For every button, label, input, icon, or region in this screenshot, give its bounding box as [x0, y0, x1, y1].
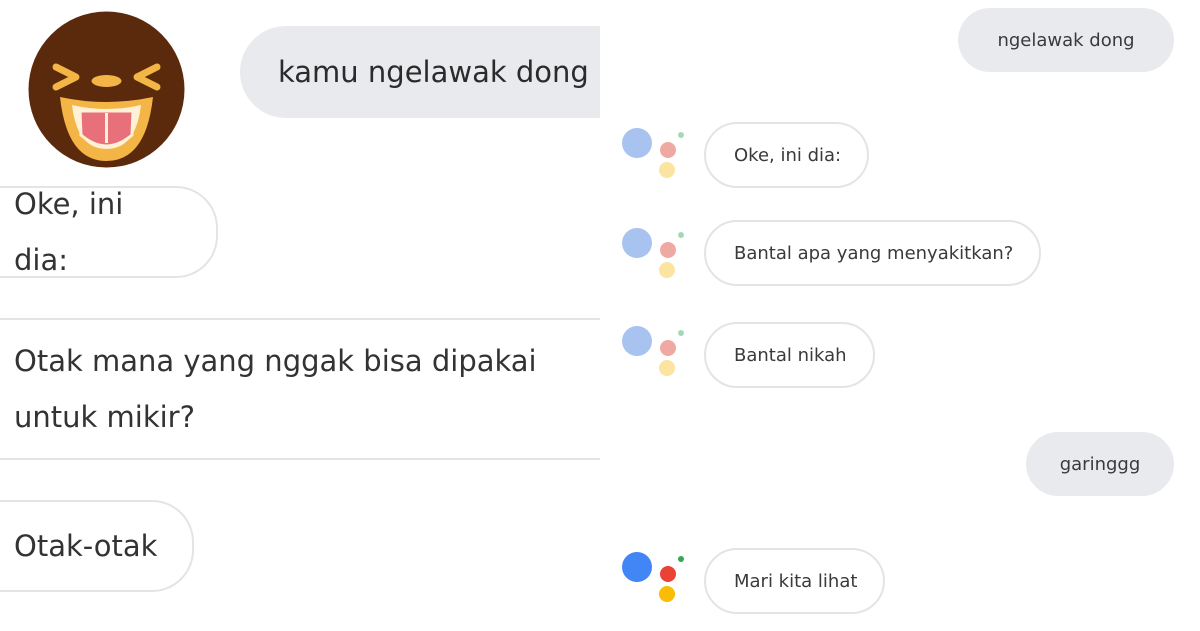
laughing-face-avatar-icon	[28, 11, 185, 168]
user-message-text: kamu ngelawak dong	[278, 55, 589, 89]
assistant-message-text: Mari kita lihat	[734, 570, 858, 592]
left-chat-panel: kamu ngelawak dong Oke, ini dia: Otak ma…	[0, 0, 600, 631]
assistant-message-text: Oke, ini dia:	[14, 187, 124, 277]
assistant-message-text: Bantal nikah	[734, 344, 847, 366]
user-message-text: garinggg	[1059, 453, 1141, 475]
assistant-message-bubble: Otak mana yang nggak bisa dipakai untuk …	[0, 318, 600, 460]
assistant-message-bubble: Otak-otak	[0, 500, 194, 592]
user-message-bubble: garinggg	[1026, 432, 1174, 496]
assistant-message-text: Otak mana yang nggak bisa dipakai untuk …	[14, 344, 537, 434]
assistant-message-bubble: Bantal apa yang menyakitkan?	[704, 220, 1042, 286]
google-assistant-icon	[618, 224, 688, 288]
assistant-message-text: Oke, ini dia:	[734, 144, 842, 166]
assistant-message-bubble: Bantal nikah	[704, 322, 875, 388]
assistant-message-bubble: Oke, ini dia:	[704, 122, 870, 188]
google-assistant-icon	[618, 548, 688, 612]
assistant-message-text: Bantal apa yang menyakitkan?	[734, 242, 1014, 264]
user-message-bubble: kamu ngelawak dong	[240, 26, 600, 118]
google-assistant-icon	[618, 322, 688, 386]
user-message-bubble: ngelawak dong	[958, 8, 1174, 72]
assistant-message-bubble: Oke, ini dia:	[0, 186, 218, 278]
assistant-message-bubble: Mari kita lihat	[704, 548, 886, 614]
user-message-text: ngelawak dong	[997, 29, 1135, 51]
google-assistant-icon	[618, 124, 688, 188]
assistant-message-text: Otak-otak	[14, 529, 158, 563]
right-chat-panel: ngelawak dong Oke, ini dia: Bantal apa y…	[600, 0, 1200, 631]
